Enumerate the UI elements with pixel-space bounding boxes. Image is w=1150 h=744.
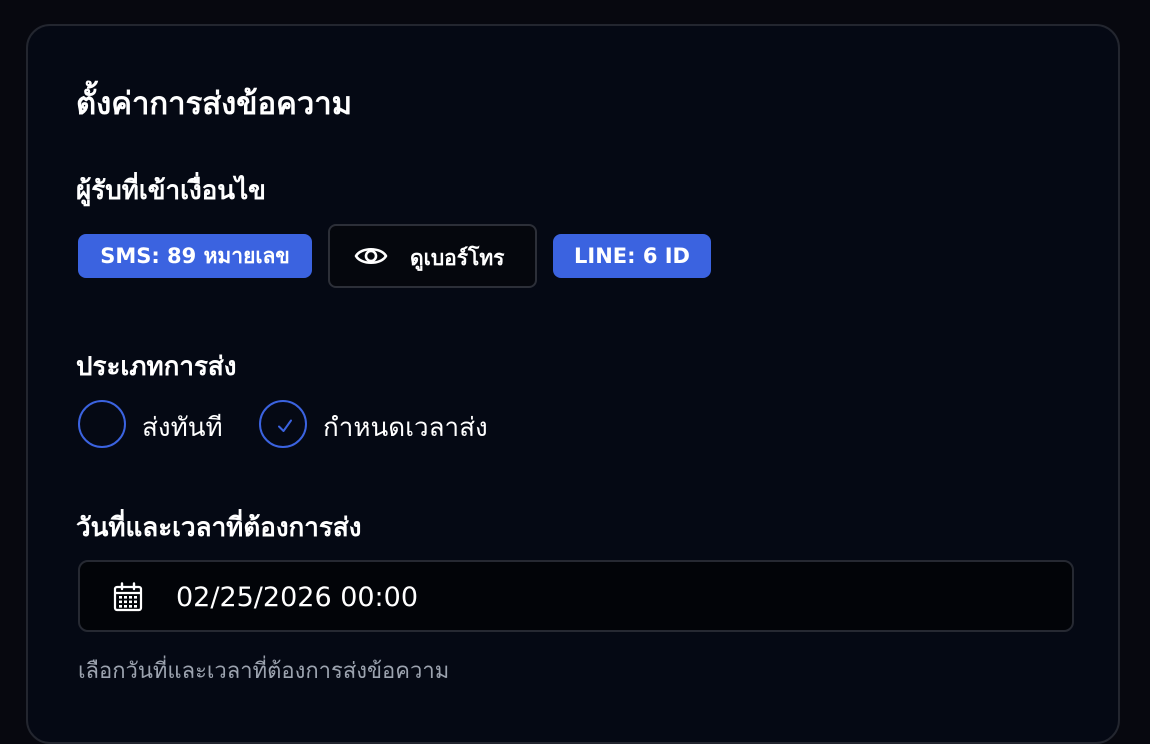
schedule-send-radio[interactable]: กำหนดเวลาส่ง bbox=[259, 400, 499, 450]
line-count-badge: LINE: 6 ID bbox=[553, 234, 711, 278]
datetime-input[interactable]: 02/25/2026 00:00 bbox=[78, 560, 1074, 632]
card-title: ตั้งค่าการส่งข้อความ bbox=[76, 86, 353, 122]
datetime-helper-text: เลือกวันที่และเวลาที่ต้องการส่งข้อความ bbox=[78, 659, 450, 684]
send-now-label: ส่งทันที bbox=[142, 413, 223, 443]
schedule-send-label: กำหนดเวลาส่ง bbox=[323, 413, 488, 443]
radio-circle-selected[interactable] bbox=[259, 400, 307, 448]
radio-circle[interactable] bbox=[78, 400, 126, 448]
send-now-radio[interactable]: ส่งทันที bbox=[78, 400, 248, 450]
check-icon bbox=[278, 419, 292, 432]
message-settings-card: ตั้งค่าการส่งข้อความ ผู้รับที่เข้าเงื่อน… bbox=[26, 24, 1120, 744]
view-phone-numbers-button[interactable]: ดูเบอร์โทร bbox=[328, 224, 537, 288]
datetime-value: 02/25/2026 00:00 bbox=[176, 582, 419, 613]
send-type-label: ประเภทการส่ง bbox=[76, 352, 237, 382]
eye-icon bbox=[354, 247, 388, 265]
view-phone-numbers-label: ดูเบอร์โทร bbox=[410, 246, 505, 270]
recipients-label: ผู้รับที่เข้าเงื่อนไข bbox=[76, 176, 266, 206]
sms-count-badge: SMS: 89 หมายเลข bbox=[78, 234, 312, 278]
datetime-label: วันที่และเวลาที่ต้องการส่ง bbox=[76, 513, 362, 543]
calendar-icon bbox=[113, 582, 143, 612]
